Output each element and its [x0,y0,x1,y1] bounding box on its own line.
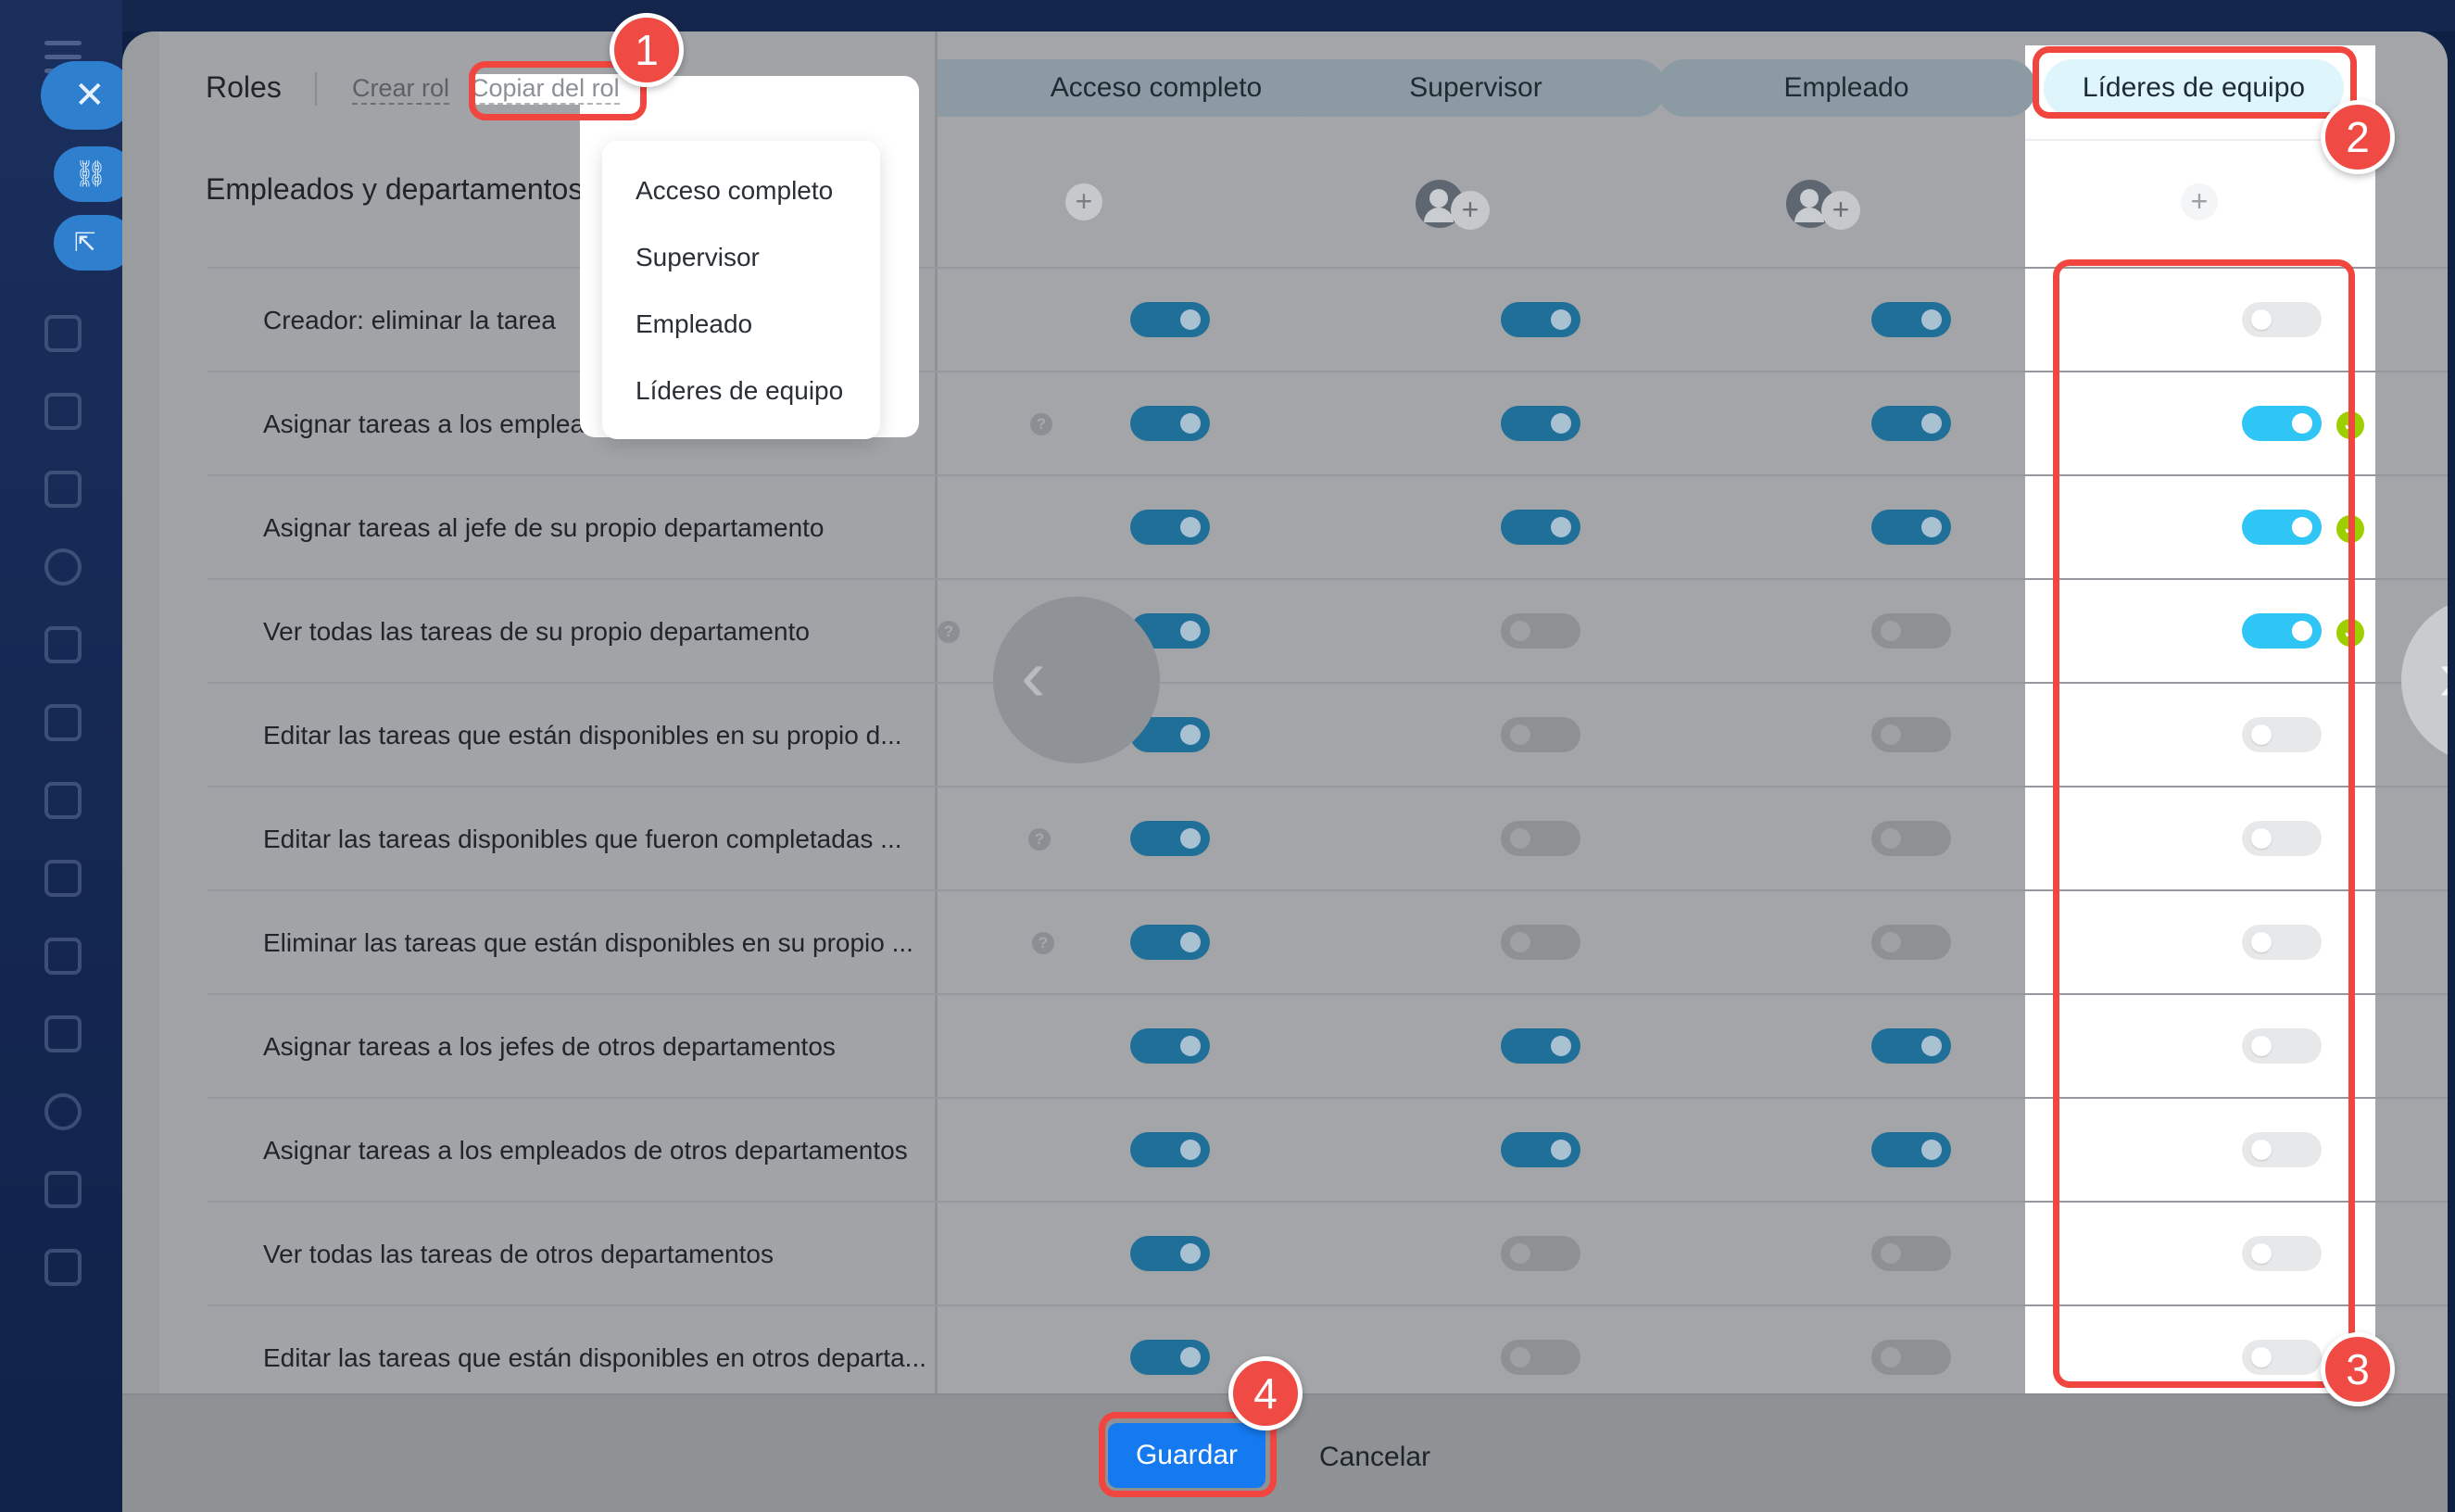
scroll-left-button[interactable]: ‹ [993,597,1160,763]
permission-label: Asignar tareas al jefe de su propio depa… [263,513,825,542]
menu-item-employee[interactable]: Empleado [602,309,880,376]
permission-label: Ver todas las tareas de su propio depart… [263,617,810,646]
permission-label: Creador: eliminar la tarea [263,306,556,334]
building-icon[interactable] [44,1249,82,1286]
permission-toggle[interactable] [1130,1340,1210,1375]
permission-toggle[interactable] [1871,613,1951,649]
permission-toggle[interactable] [1501,1028,1580,1064]
permission-toggle[interactable] [1130,821,1210,856]
permission-label: Editar las tareas disponibles que fueron… [263,825,902,853]
scroll-right-button[interactable]: › [2401,597,2448,763]
chevron-right-icon: › [2401,597,2448,763]
annotation-badge-1: 1 [610,13,684,87]
permission-toggle[interactable] [1501,510,1580,545]
permission-label: Ver todas las tareas de otros departamen… [263,1240,774,1268]
store-icon[interactable] [44,782,82,819]
add-member-team-leads[interactable]: + [2181,183,2218,220]
permission-toggle[interactable] [1871,925,1951,960]
menu-item-full-access[interactable]: Acceso completo [602,176,880,243]
permission-toggle[interactable] [1871,406,1951,441]
role-tab-supervisor[interactable]: Supervisor [1286,59,1666,117]
role-tab-employee[interactable]: Empleado [1656,59,2036,117]
link-icon: ⛓ [74,159,107,188]
calendar-icon[interactable] [44,626,82,663]
permission-toggle[interactable] [1501,302,1580,337]
help-icon[interactable]: ? [1032,932,1054,954]
permission-toggle[interactable] [1871,821,1951,856]
permission-toggle[interactable] [1501,406,1580,441]
employees-departments-label: Empleados y departamentos [206,172,584,206]
permission-toggle[interactable] [1130,1132,1210,1167]
external-link-icon: ⇱ [74,228,96,257]
header-divider [315,72,317,106]
copy-role-menu: Acceso completo Supervisor Empleado Líde… [602,141,880,439]
annotation-badge-4: 4 [1228,1356,1303,1430]
document-icon[interactable] [44,315,82,352]
settings-icon[interactable] [44,548,82,586]
create-role-link[interactable]: Crear rol [352,74,450,105]
permission-toggle[interactable] [1130,1028,1210,1064]
permission-toggle[interactable] [1130,406,1210,441]
file-icon[interactable] [44,704,82,741]
close-slider-button[interactable]: ✕ [41,61,133,130]
left-sidebar: ✕ ⛓ ⇱ [0,0,133,1512]
close-icon: ✕ [74,75,106,116]
permission-label: Editar las tareas que están disponibles … [263,1343,926,1372]
permission-toggle[interactable] [1501,925,1580,960]
permission-toggle[interactable] [1871,1340,1951,1375]
permission-toggle[interactable] [1501,1236,1580,1271]
annotation-box-team-leads-toggles [2053,259,2355,1388]
permission-toggle[interactable] [1871,717,1951,752]
permission-toggle[interactable] [1871,302,1951,337]
cancel-button[interactable]: Cancelar [1319,1442,1430,1473]
permission-label: Asignar tareas a los empleados de otros … [263,1136,908,1165]
permission-toggle[interactable] [1130,510,1210,545]
add-member-employee[interactable]: + [1786,180,1864,232]
permission-toggle[interactable] [1501,1132,1580,1167]
box-icon[interactable] [44,471,82,508]
grid-icon[interactable] [44,1171,82,1208]
help-icon[interactable]: ? [1028,828,1051,850]
help-icon[interactable]: ? [1030,413,1052,435]
filter-icon[interactable] [44,393,82,430]
permission-toggle[interactable] [1871,1028,1951,1064]
permission-toggle[interactable] [1130,925,1210,960]
menu-item-team-leads[interactable]: Líderes de equipo [602,376,880,443]
permission-toggle[interactable] [1871,510,1951,545]
permission-toggle[interactable] [1501,613,1580,649]
annotation-badge-2: 2 [2321,100,2395,174]
permission-toggle[interactable] [1871,1236,1951,1271]
chat-icon[interactable] [44,860,82,897]
menu-item-supervisor[interactable]: Supervisor [602,243,880,309]
add-member-supervisor[interactable]: + [1416,180,1493,232]
card-icon[interactable] [44,938,82,975]
mail-icon[interactable] [44,1015,82,1052]
plus-icon: + [1821,191,1860,230]
permission-toggle[interactable] [1130,1236,1210,1271]
plus-icon: + [1451,191,1490,230]
permission-toggle[interactable] [1501,717,1580,752]
background-header [122,0,2455,32]
permission-toggle[interactable] [1130,302,1210,337]
permission-label: Eliminar las tareas que están disponible… [263,928,913,957]
add-member-full-access[interactable]: + [1065,183,1102,220]
help-icon[interactable]: ? [938,621,960,643]
permission-toggle[interactable] [1871,1132,1951,1167]
roles-title: Roles [206,70,282,104]
annotation-badge-3: 3 [2321,1332,2395,1406]
permission-label: Asignar tareas a los jefes de otros depa… [263,1032,836,1061]
permission-label: Editar las tareas que están disponibles … [263,721,902,750]
permission-toggle[interactable] [1501,1340,1580,1375]
users-icon[interactable] [44,1093,82,1130]
annotation-box-team-leads-header [2033,46,2357,119]
permission-toggle[interactable] [1501,821,1580,856]
chevron-left-icon: ‹ [1021,634,1046,716]
